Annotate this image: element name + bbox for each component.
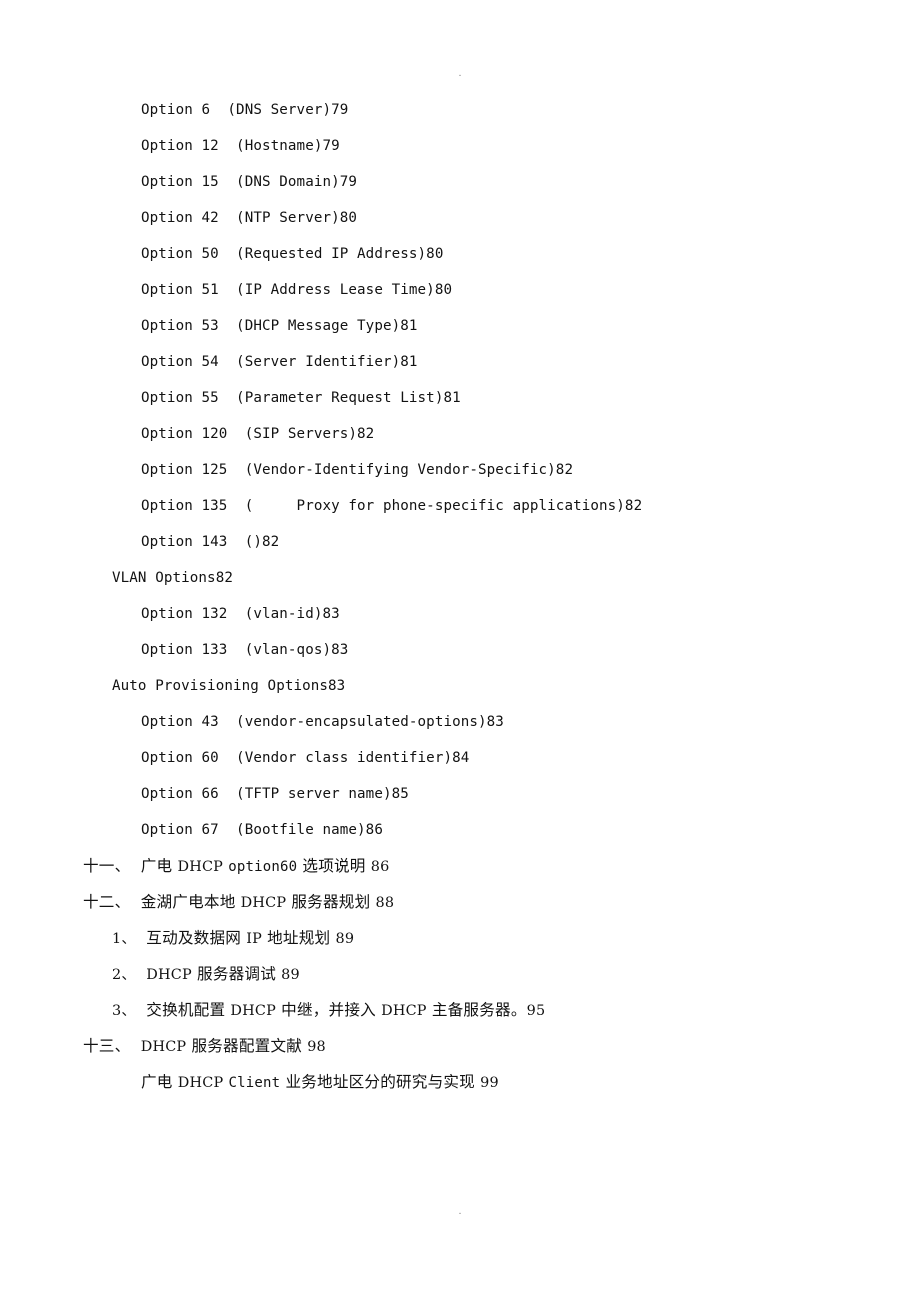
toc-entry-segment: 十二、 [83, 893, 131, 911]
toc-entry-opt-50[interactable]: Option 50 (Requested IP Address)80 [0, 236, 920, 272]
toc-entry-label: Option 135 ( Proxy for phone-specific ap… [141, 498, 643, 514]
toc-entry-label: Option 125 (Vendor-Identifying Vendor-Sp… [141, 462, 574, 478]
toc-entry-chap-12-1[interactable]: 1、 互动及数据网 IP 地址规划 89 [0, 920, 920, 956]
toc-entry-opt-60[interactable]: Option 60 (Vendor class identifier)84 [0, 740, 920, 776]
toc-entry-label: Option 66 (TFTP server name)85 [141, 786, 409, 802]
toc-entry-opt-67[interactable]: Option 67 (Bootfile name)86 [0, 812, 920, 848]
toc-entry-chap-12-2[interactable]: 2、 DHCP 服务器调试 89 [0, 956, 920, 992]
toc-entry-chap-13[interactable]: 十三、 DHCP 服务器配置文献 98 [0, 1028, 920, 1064]
toc-entry-opt-54[interactable]: Option 54 (Server Identifier)81 [0, 344, 920, 380]
toc-entry-segment: IP [246, 931, 262, 947]
toc-entry-opt-51[interactable]: Option 51 (IP Address Lease Time)80 [0, 272, 920, 308]
toc-entry-segment [136, 929, 146, 947]
toc-entry-segment: 交换机配置 [146, 1001, 231, 1019]
toc-entry-opt-43[interactable]: Option 43 (vendor-encapsulated-options)8… [0, 704, 920, 740]
toc-entry-segment: 十一、 [83, 857, 131, 875]
toc-entry-segment: 95 [526, 1003, 546, 1019]
toc-entry-opt-125[interactable]: Option 125 (Vendor-Identifying Vendor-Sp… [0, 452, 920, 488]
toc-entry-segment: option60 [228, 859, 298, 875]
toc-entry-label: Option 42 (NTP Server)80 [141, 210, 358, 226]
toc-entry-segment: DHCP [140, 1039, 187, 1055]
toc-entry-opt-120[interactable]: Option 120 (SIP Servers)82 [0, 416, 920, 452]
toc-entry-opt-132[interactable]: Option 132 (vlan-id)83 [0, 596, 920, 632]
toc-entry-label: Option 120 (SIP Servers)82 [141, 426, 375, 442]
toc-entry-label: Option 54 (Server Identifier)81 [141, 354, 418, 370]
toc-entry-label: VLAN Options82 [112, 570, 233, 586]
toc-entry-segment: DHCP [177, 859, 224, 875]
toc-entry-segment [130, 893, 140, 911]
toc-entry-label: Option 15 (DNS Domain)79 [141, 174, 358, 190]
toc-entry-segment: 1、 [112, 931, 136, 947]
toc-entry-segment: DHCP [240, 895, 287, 911]
toc-entry-segment: Client [228, 1075, 281, 1091]
toc-entry-segment [136, 1001, 146, 1019]
toc-entry-segment: 金湖广电本地 [140, 893, 241, 911]
toc-entry-segment: 2、 [112, 967, 136, 983]
toc-entry-segment: 89 [281, 967, 300, 983]
toc-entry-opt-53[interactable]: Option 53 (DHCP Message Type)81 [0, 308, 920, 344]
toc-entry-segment: 选项说明 [297, 857, 371, 875]
toc-entry-segment: 88 [375, 895, 395, 911]
toc-entry-label: Option 12 (Hostname)79 [141, 138, 340, 154]
toc-entry-segment: 服务器调试 [191, 965, 282, 983]
toc-entry-segment [136, 965, 146, 983]
toc-entry-segment: 3、 [112, 1003, 136, 1019]
toc-entry-segment: DHCP [230, 1003, 277, 1019]
toc-entry-auto-provisioning-options[interactable]: Auto Provisioning Options83 [0, 668, 920, 704]
toc-entry-chap-13-ref[interactable]: 广电 DHCP Client 业务地址区分的研究与实现 99 [0, 1064, 920, 1100]
toc-entry-opt-133[interactable]: Option 133 (vlan-qos)83 [0, 632, 920, 668]
toc-entry-segment: 服务器规划 [286, 893, 376, 911]
toc-entry-segment: 89 [335, 931, 355, 947]
toc-entry-label: Option 6 (DNS Server)79 [141, 102, 349, 118]
toc-entry-segment: DHCP [177, 1075, 224, 1091]
toc-entry-segment [130, 1037, 140, 1055]
toc-entry-chap-12[interactable]: 十二、 金湖广电本地 DHCP 服务器规划 88 [0, 884, 920, 920]
toc-entry-chap-11[interactable]: 十一、 广电 DHCP option60 选项说明 86 [0, 848, 920, 884]
toc-entry-opt-42[interactable]: Option 42 (NTP Server)80 [0, 200, 920, 236]
document-page: . Option 6 (DNS Server)79 Option 12 (Host… [0, 0, 920, 1302]
toc-entry-segment: 服务器配置文献 [186, 1037, 308, 1055]
toc-entry-label: Option 60 (Vendor class identifier)84 [141, 750, 470, 766]
toc-entry-opt-6[interactable]: Option 6 (DNS Server)79 [0, 92, 920, 128]
toc-entry-label: Option 132 (vlan-id)83 [141, 606, 340, 622]
toc-entry-opt-55[interactable]: Option 55 (Parameter Request List)81 [0, 380, 920, 416]
toc-entry-vlan-options[interactable]: VLAN Options82 [0, 560, 920, 596]
toc-entry-label: Option 67 (Bootfile name)86 [141, 822, 383, 838]
toc-entry-label: Option 143 ()82 [141, 534, 280, 550]
toc-entry-segment: 地址规划 [261, 929, 336, 947]
toc-entry-segment: DHCP [146, 967, 192, 983]
toc-entry-label: Option 43 (vendor-encapsulated-options)8… [141, 714, 504, 730]
toc-entry-segment: 十三、 [83, 1037, 131, 1055]
toc-entry-label: Auto Provisioning Options83 [112, 678, 346, 694]
toc-entry-label: Option 53 (DHCP Message Type)81 [141, 318, 418, 334]
page-footer-mark: . [458, 1205, 462, 1217]
toc-entry-label: Option 50 (Requested IP Address)80 [141, 246, 444, 262]
toc-entry-segment: 86 [370, 859, 390, 875]
toc-entry-label: Option 55 (Parameter Request List)81 [141, 390, 461, 406]
toc-entry-opt-66[interactable]: Option 66 (TFTP server name)85 [0, 776, 920, 812]
toc-entry-segment: 广电 [140, 857, 178, 875]
toc-entry-segment: DHCP [381, 1003, 427, 1019]
toc-entry-opt-12[interactable]: Option 12 (Hostname)79 [0, 128, 920, 164]
page-header-mark: . [458, 67, 462, 79]
toc-entry-segment: 98 [307, 1039, 326, 1055]
toc-entry-segment: 99 [480, 1075, 499, 1091]
toc-entry-segment: 业务地址区分的研究与实现 [280, 1073, 481, 1091]
toc-entry-segment: 互动及数据网 [146, 929, 247, 947]
toc-entry-label: Option 51 (IP Address Lease Time)80 [141, 282, 453, 298]
toc-entry-chap-12-3[interactable]: 3、 交换机配置 DHCP 中继，并接入 DHCP 主备服务器。95 [0, 992, 920, 1028]
toc-entry-segment: 中继，并接入 [276, 1001, 382, 1019]
toc-entry-label: Option 133 (vlan-qos)83 [141, 642, 349, 658]
toc-entry-segment: 广电 [141, 1073, 178, 1091]
toc-entry-segment: 主备服务器。 [426, 1001, 527, 1019]
toc-entry-opt-143[interactable]: Option 143 ()82 [0, 524, 920, 560]
toc-entry-opt-135[interactable]: Option 135 ( Proxy for phone-specific ap… [0, 488, 920, 524]
toc-entry-opt-15[interactable]: Option 15 (DNS Domain)79 [0, 164, 920, 200]
toc-entry-segment [130, 857, 140, 875]
table-of-contents: Option 6 (DNS Server)79 Option 12 (Hostna… [0, 92, 920, 1100]
